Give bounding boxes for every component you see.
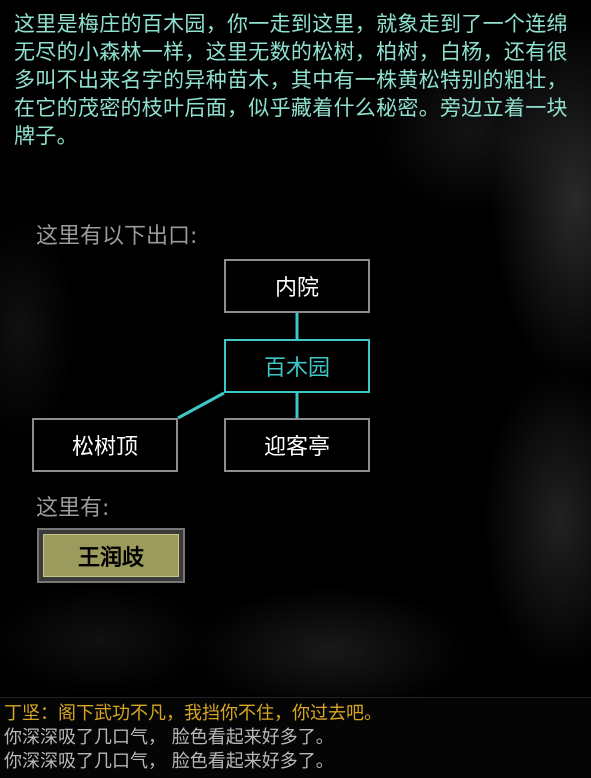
exit-room-south[interactable]: 迎客亭	[224, 418, 370, 472]
message-line: 你深深吸了几口气， 脸色看起来好多了。	[4, 751, 334, 772]
current-room: 百木园	[224, 339, 370, 393]
npc-button[interactable]: 王润歧	[37, 528, 185, 583]
room-description: 这里是梅庄的百木园，你一走到这里，就象走到了一个连绵无尽的小森林一样，这里无数的…	[14, 12, 568, 148]
exits-label: 这里有以下出口:	[36, 224, 198, 249]
message-line: 丁坚：阁下武功不凡，我挡你不住，你过去吧。	[4, 703, 382, 724]
exit-room-southwest[interactable]: 松树顶	[32, 418, 178, 472]
message-log: 丁坚：阁下武功不凡，我挡你不住，你过去吧。 你深深吸了几口气， 脸色看起来好多了…	[0, 697, 591, 778]
game-scene: 这里是梅庄的百木园，你一走到这里，就象走到了一个连绵无尽的小森林一样，这里无数的…	[0, 0, 591, 697]
message-line: 你深深吸了几口气， 脸色看起来好多了。	[4, 727, 334, 748]
connector-southwest	[177, 391, 225, 420]
exit-room-north[interactable]: 内院	[224, 259, 370, 313]
npc-name: 王润歧	[43, 534, 179, 577]
occupants-label: 这里有:	[36, 496, 110, 521]
